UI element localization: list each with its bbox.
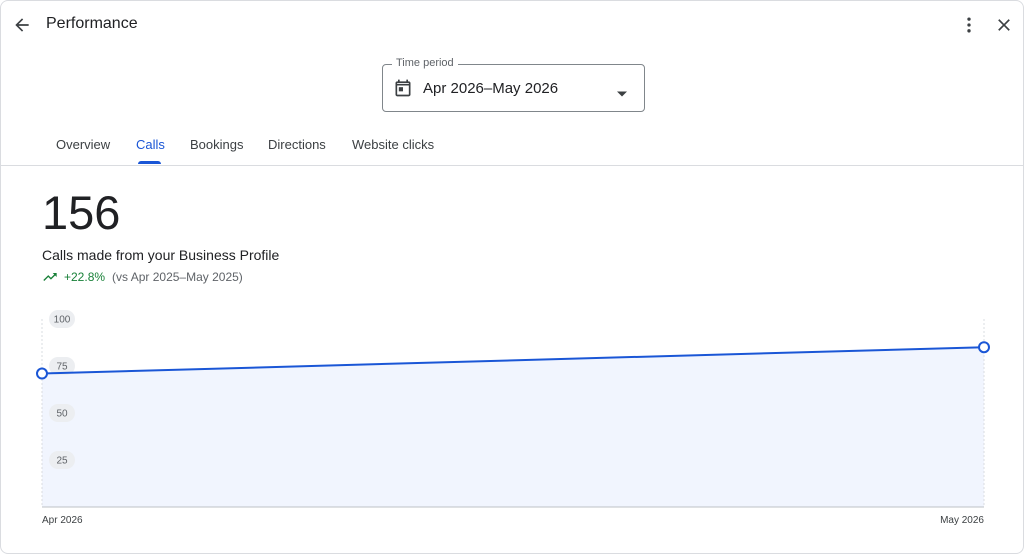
tab-calls[interactable]: Calls	[136, 137, 165, 152]
tab-bookings[interactable]: Bookings	[190, 137, 243, 152]
chart-area-fill	[42, 347, 984, 507]
close-icon	[998, 19, 1010, 31]
trend-row: +22.8% (vs Apr 2025–May 2025)	[42, 269, 243, 285]
arrow-back-icon	[15, 18, 29, 32]
y-tick-label: 75	[56, 362, 68, 373]
time-period-select[interactable]: Time period Apr 2026–May 2026	[382, 57, 645, 112]
y-tick-label: 25	[56, 456, 68, 467]
tab-website-clicks[interactable]: Website clicks	[352, 137, 434, 152]
time-period-legend: Time period	[392, 57, 458, 69]
more-options-button[interactable]	[953, 9, 985, 41]
y-tick-label: 50	[56, 409, 68, 420]
more-vert-icon	[967, 17, 971, 33]
metric-value: 156	[42, 186, 121, 239]
calls-chart: 25 50 75 100 Apr 2026 May 2026	[36, 310, 990, 526]
data-point	[36, 367, 48, 380]
tab-bar: Overview Calls Bookings Directions Websi…	[1, 129, 1023, 166]
x-tick-label: May 2026	[940, 515, 984, 526]
x-tick-label: Apr 2026	[42, 515, 83, 526]
time-period-value: Apr 2026–May 2026	[423, 80, 559, 97]
active-tab-indicator	[138, 161, 161, 164]
metric-label: Calls made from your Business Profile	[42, 247, 280, 263]
calendar-icon	[393, 78, 413, 103]
dropdown-arrow-icon	[617, 84, 627, 102]
trend-comparison: (vs Apr 2025–May 2025)	[112, 270, 243, 284]
trending-up-icon	[43, 273, 57, 281]
tab-overview[interactable]: Overview	[56, 137, 110, 152]
back-button[interactable]	[6, 9, 38, 41]
y-tick-label: 100	[54, 315, 71, 326]
tab-directions[interactable]: Directions	[268, 137, 326, 152]
close-button[interactable]	[988, 9, 1020, 41]
page-title: Performance	[46, 15, 138, 32]
data-point	[978, 341, 990, 354]
trend-percentage: +22.8%	[64, 270, 106, 284]
performance-dialog: Performance Time period Apr 2026–May 202…	[0, 0, 1024, 554]
dialog-header: Performance	[1, 1, 1023, 51]
